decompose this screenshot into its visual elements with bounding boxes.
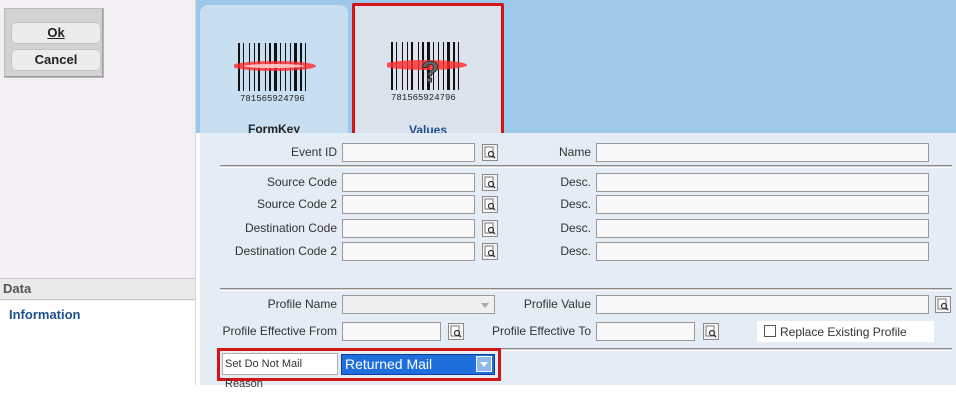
- divider: [220, 288, 952, 291]
- name-label: Name: [558, 145, 591, 159]
- do-not-mail-reason-label: Set Do Not Mail Reason: [222, 353, 338, 390]
- replace-existing-profile-checkbox[interactable]: [764, 325, 776, 337]
- sidebar-item-information[interactable]: Information: [9, 307, 81, 322]
- tab-values[interactable]: ? 781565924796 Values: [352, 3, 504, 137]
- destination-code-2-lookup-button[interactable]: [482, 243, 498, 260]
- profile-effective-to-date-button[interactable]: [703, 323, 719, 340]
- destination-code-field[interactable]: [342, 219, 475, 238]
- event-id-field[interactable]: [342, 143, 475, 162]
- profile-value-field[interactable]: [596, 295, 929, 314]
- destination-code-desc-label: Desc.: [560, 221, 591, 235]
- source-code-label: Source Code: [266, 175, 337, 189]
- replace-existing-profile-label: Replace Existing Profile: [780, 325, 907, 339]
- barcode-digits: 781565924796: [240, 94, 305, 104]
- chevron-down-icon[interactable]: [479, 297, 492, 313]
- tab-formkey[interactable]: 781565924796 FormKey: [200, 5, 348, 136]
- profile-name-label: Profile Name: [267, 297, 337, 311]
- svg-text:?: ?: [421, 56, 439, 89]
- profile-value-label: Profile Value: [523, 297, 591, 311]
- chevron-down-icon[interactable]: [476, 356, 492, 372]
- source-code-desc-field[interactable]: [596, 173, 929, 192]
- destination-code-2-desc-label: Desc.: [560, 244, 591, 258]
- barcode-icon: 781565924796: [234, 43, 316, 104]
- action-button-group: Ok Cancel: [4, 8, 104, 78]
- ok-button[interactable]: Ok: [11, 22, 101, 44]
- profile-effective-to-field[interactable]: [596, 322, 695, 341]
- cancel-button[interactable]: Cancel: [11, 49, 101, 71]
- profile-value-lookup-button[interactable]: [935, 296, 951, 313]
- source-code-2-lookup-button[interactable]: [482, 196, 498, 213]
- destination-code-2-field[interactable]: [342, 242, 475, 261]
- destination-code-2-label: Destination Code 2: [234, 244, 337, 258]
- source-code-desc-label: Desc.: [560, 175, 591, 189]
- source-code-2-desc-label: Desc.: [560, 197, 591, 211]
- destination-code-lookup-button[interactable]: [482, 220, 498, 237]
- destination-code-label: Destination Code: [244, 221, 337, 235]
- profile-effective-to-label: Profile Effective To: [492, 324, 591, 338]
- do-not-mail-reason-select[interactable]: Returned Mail: [341, 354, 495, 375]
- profile-name-select[interactable]: [342, 295, 495, 314]
- destination-code-desc-field[interactable]: [596, 219, 929, 238]
- profile-effective-from-date-button[interactable]: [448, 323, 464, 340]
- source-code-field[interactable]: [342, 173, 475, 192]
- destination-code-2-desc-field[interactable]: [596, 242, 929, 261]
- source-code-2-label: Source Code 2: [256, 197, 337, 211]
- data-section-header: Data: [0, 278, 195, 300]
- barcode-question-icon: ? 781565924796: [387, 42, 467, 103]
- profile-effective-from-label: Profile Effective From: [222, 324, 337, 338]
- event-id-lookup-button[interactable]: [482, 144, 498, 161]
- source-code-lookup-button[interactable]: [482, 174, 498, 191]
- divider: [220, 165, 952, 168]
- profile-effective-from-field[interactable]: [342, 322, 441, 341]
- source-code-2-desc-field[interactable]: [596, 195, 929, 214]
- name-field[interactable]: [596, 143, 929, 162]
- barcode-digits: 781565924796: [391, 93, 456, 103]
- event-id-label: Event ID: [290, 145, 337, 159]
- source-code-2-field[interactable]: [342, 195, 475, 214]
